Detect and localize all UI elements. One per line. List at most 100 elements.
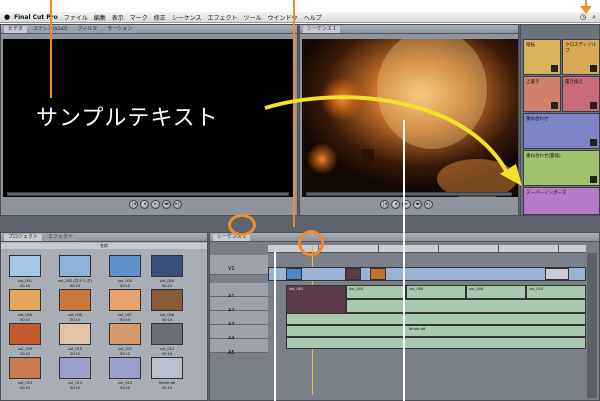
viewer-play-in-out-icon[interactable]: ◂ bbox=[140, 199, 149, 209]
annotation-ring bbox=[228, 214, 256, 236]
overlay-arrow-icon bbox=[590, 176, 597, 183]
browser-clip-thumbnail[interactable] bbox=[109, 255, 141, 277]
browser-clip-thumbnail[interactable] bbox=[151, 357, 183, 379]
canvas-tab-sequence[interactable]: シーケンス 1 bbox=[303, 26, 340, 33]
browser-clip-thumbnail[interactable] bbox=[109, 357, 141, 379]
canvas-next-edit-icon[interactable]: ▸| bbox=[424, 199, 433, 209]
browser-clip-thumbnail[interactable] bbox=[9, 323, 41, 345]
annotation-leader-line bbox=[50, 0, 52, 98]
browser-tabbar: プロジェクト エフェクト bbox=[1, 233, 207, 242]
browser-clip-thumbnail[interactable] bbox=[151, 289, 183, 311]
browser-clip-duration: 00:10 bbox=[161, 385, 172, 390]
menu-effects[interactable]: エフェクト bbox=[208, 13, 238, 22]
menu-view[interactable]: 表示 bbox=[112, 13, 124, 22]
browser-clip-thumbnail[interactable] bbox=[9, 357, 41, 379]
menu-help[interactable]: ヘルプ bbox=[304, 13, 322, 22]
browser-clip-thumbnail[interactable] bbox=[9, 289, 41, 311]
audio-clip[interactable] bbox=[286, 337, 586, 349]
annotation-curved-arrow-icon bbox=[264, 95, 522, 186]
browser-tab-effects[interactable]: エフェクト bbox=[44, 234, 78, 241]
overlay-label-1: クロスディゾルブ bbox=[565, 42, 597, 53]
overlay-item-3[interactable]: 置き換え bbox=[562, 76, 600, 112]
browser-clip-duration: 00:10 bbox=[19, 283, 30, 288]
overlay-item-1[interactable]: クロスディゾルブ bbox=[562, 39, 600, 75]
menu-edit[interactable]: 編集 bbox=[94, 13, 106, 22]
audio-clip[interactable] bbox=[286, 313, 586, 325]
overlay-label-2: 上書き bbox=[526, 79, 540, 84]
browser-clip-duration: 00:10 bbox=[119, 351, 130, 356]
browser-clip-duration: 00:10 bbox=[161, 351, 172, 356]
browser-clip-duration: 00:10 bbox=[69, 317, 80, 322]
apple-menu-icon[interactable]: ● bbox=[0, 13, 14, 21]
audio-clip[interactable]: cut_005 bbox=[406, 285, 466, 299]
audio-clip[interactable]: cut_010 bbox=[526, 285, 586, 299]
canvas-prev-edit-icon[interactable]: |◂ bbox=[380, 199, 389, 209]
track-header-a2[interactable]: A2 bbox=[210, 297, 268, 314]
audio-clip-label: cut_003 bbox=[349, 286, 364, 291]
track-header-a4[interactable]: A4 bbox=[210, 325, 268, 342]
viewer-play-around-icon[interactable]: ◂▸ bbox=[162, 199, 171, 209]
browser-clip-thumbnail[interactable] bbox=[109, 289, 141, 311]
browser-clip-thumbnail[interactable] bbox=[151, 255, 183, 277]
browser-clip-duration: 00:10 bbox=[119, 283, 130, 288]
viewer-tab-video[interactable]: ビデオ bbox=[4, 26, 28, 33]
viewer-scrubber[interactable] bbox=[7, 192, 289, 196]
menu-mark[interactable]: マーク bbox=[130, 13, 148, 22]
browser-clip-thumbnail[interactable] bbox=[59, 255, 91, 277]
viewer-prev-edit-icon[interactable]: |◂ bbox=[129, 199, 138, 209]
track-header-a5[interactable]: A5 bbox=[210, 339, 268, 356]
track-label-v1: V1 bbox=[228, 266, 235, 272]
browser-clip-duration: 00:10 bbox=[119, 385, 130, 390]
browser-clip-thumbnail[interactable] bbox=[59, 323, 91, 345]
viewer-tab-filters[interactable]: フィルタ bbox=[73, 26, 102, 33]
canvas-play-around-icon[interactable]: ◂▸ bbox=[413, 199, 422, 209]
overlay-label-0: 暗転 bbox=[526, 42, 535, 47]
annotation-ring bbox=[298, 230, 324, 256]
spotlight-search-icon[interactable]: ⌕ bbox=[592, 13, 596, 22]
annotation-caption: サンプルテキスト bbox=[36, 106, 219, 131]
audio-clip[interactable]: cut_003 bbox=[346, 285, 406, 299]
track-header-a3[interactable]: A3 bbox=[210, 311, 268, 328]
menu-sequence[interactable]: シーケンス bbox=[172, 13, 202, 22]
audio-clip-label: cut_005 bbox=[409, 286, 424, 291]
overlay-arrow-icon bbox=[551, 65, 558, 72]
canvas-play-in-out-icon[interactable]: ◂ bbox=[391, 199, 400, 209]
menu-tools[interactable]: ツール bbox=[244, 13, 262, 22]
video-track-clip-lane[interactable] bbox=[268, 267, 586, 281]
browser-clip-thumbnail[interactable] bbox=[109, 323, 141, 345]
audio-meter bbox=[587, 253, 597, 398]
menu-modify[interactable]: 修正 bbox=[154, 13, 166, 22]
browser-clip-thumbnail[interactable] bbox=[151, 323, 183, 345]
audio-clip[interactable]: cut_001 bbox=[286, 285, 346, 315]
viewer-next-edit-icon[interactable]: ▸| bbox=[173, 199, 182, 209]
browser-clip-duration: 00:10 bbox=[69, 283, 80, 288]
annotation-arrow-icon bbox=[580, 6, 592, 14]
video-clip-thumb[interactable] bbox=[345, 268, 361, 280]
viewer-play-icon[interactable]: ▸ bbox=[151, 199, 160, 209]
browser-clip-duration: 00:10 bbox=[69, 385, 80, 390]
browser-clip-thumbnail[interactable] bbox=[59, 289, 91, 311]
audio-clip[interactable]: Movie.aif bbox=[286, 325, 586, 337]
audio-clip[interactable] bbox=[346, 299, 586, 313]
audio-clip[interactable]: cut_008 bbox=[466, 285, 526, 299]
annotation-leader-line bbox=[274, 252, 276, 401]
track-header-a1[interactable]: A1 bbox=[210, 283, 268, 300]
overlay-arrow-icon bbox=[590, 139, 597, 146]
viewer-tab-motion[interactable]: モーション bbox=[103, 26, 137, 33]
overlay-label-3: 置き換え bbox=[565, 79, 583, 84]
transition-icon[interactable] bbox=[545, 268, 569, 280]
browser-tab-project[interactable]: プロジェクト bbox=[4, 234, 43, 241]
overlay-arrow-icon bbox=[551, 102, 558, 109]
track-header-v1[interactable]: V1 bbox=[210, 255, 268, 275]
browser-clip-thumbnail[interactable] bbox=[59, 357, 91, 379]
browser-clip-duration: 00:10 bbox=[119, 317, 130, 322]
overlay-item-0[interactable]: 暗転 bbox=[523, 39, 561, 75]
browser-clip-thumbnail[interactable] bbox=[9, 255, 41, 277]
menu-file[interactable]: ファイル bbox=[64, 13, 88, 22]
browser-clip-duration: 00:10 bbox=[161, 283, 172, 288]
canvas-tabbar: シーケンス 1 bbox=[300, 25, 518, 34]
browser-column-header[interactable]: 名前 bbox=[1, 243, 207, 249]
video-clip-thumb[interactable] bbox=[286, 268, 302, 280]
video-clip-thumb[interactable] bbox=[370, 268, 386, 280]
viewer-transport: |◂ ◂ ▸ ◂▸ ▸| bbox=[129, 197, 182, 211]
